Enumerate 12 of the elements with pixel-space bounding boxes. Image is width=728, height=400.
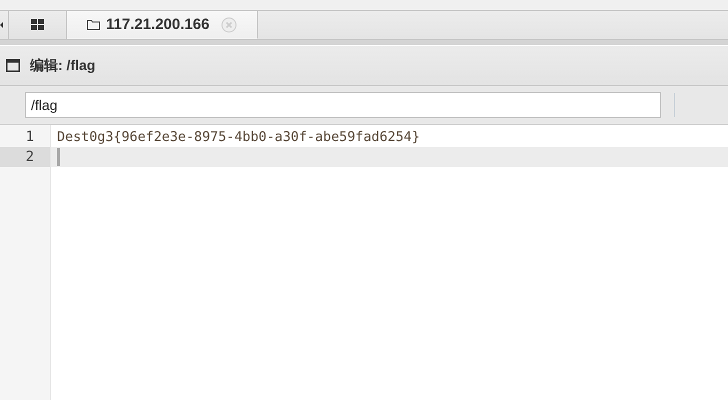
line-number: 1 — [24, 128, 35, 147]
tab-label: 117.21.200.166 — [106, 16, 210, 33]
path-field[interactable]: /flag — [25, 92, 661, 118]
code-line: Dest0g3{96ef2e3e-8975-4bb0-a30f-abe59fad6254} — [57, 130, 420, 144]
text-cursor — [57, 148, 60, 166]
folder-icon — [87, 19, 100, 30]
editor-title: 编辑: /flag — [30, 56, 96, 74]
grid-icon — [31, 19, 44, 31]
tab[interactable]: 117.21.200.166 — [67, 11, 258, 39]
window-icon — [6, 59, 20, 72]
line-number: 2 — [0, 147, 50, 167]
left-arrow-icon[interactable] — [0, 22, 3, 28]
